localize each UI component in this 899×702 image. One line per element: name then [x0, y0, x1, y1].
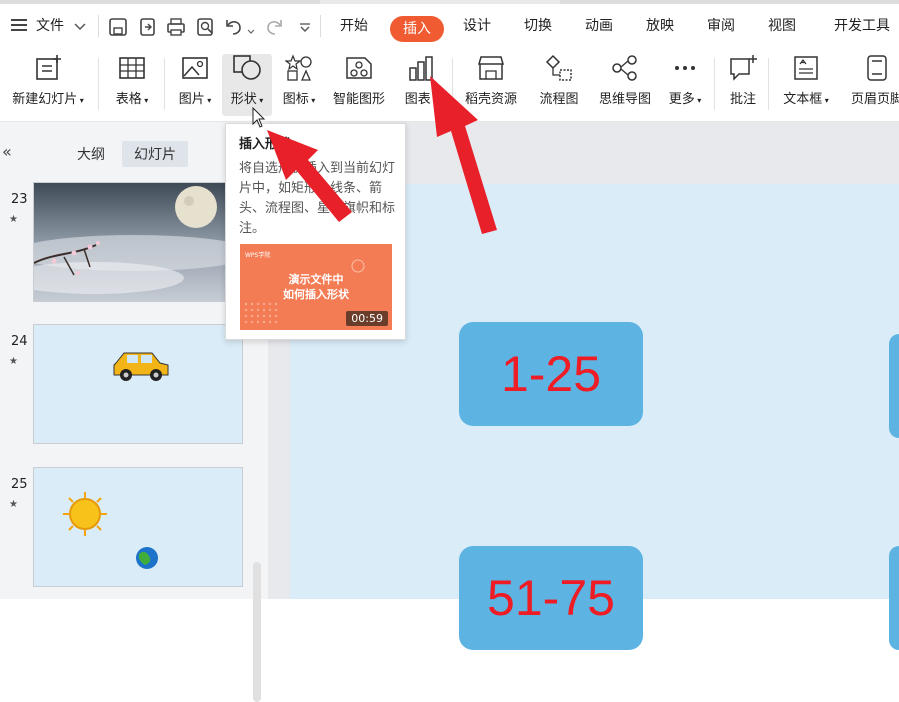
moon-night-image: [34, 183, 242, 301]
number-range-box-partial[interactable]: [889, 546, 899, 650]
comment-button[interactable]: 批注: [722, 54, 764, 116]
textbox-button[interactable]: 文本框 ▾: [776, 54, 836, 116]
icons-icon: [285, 54, 312, 81]
tab-outline[interactable]: 大纲: [77, 144, 105, 164]
chart-button[interactable]: 图表 ▾: [396, 54, 446, 116]
video-duration: 00:59: [346, 311, 388, 326]
tab-home[interactable]: 开始: [340, 15, 368, 35]
picture-button[interactable]: 图片 ▾: [172, 54, 218, 116]
shapes-icon: [233, 55, 261, 80]
menu-bar: 文件 开始 插入 设计 切换 动画 放映 审阅 视图 开发工具: [0, 0, 899, 48]
tab-design[interactable]: 设计: [463, 15, 491, 35]
table-button[interactable]: 表格 ▾: [108, 54, 156, 116]
tab-slideshow[interactable]: 放映: [646, 15, 674, 35]
hamburger-icon[interactable]: [11, 18, 27, 32]
print-preview-icon[interactable]: [196, 17, 216, 37]
number-range-box-partial[interactable]: [889, 334, 899, 438]
tab-animations[interactable]: 动画: [585, 15, 613, 35]
mind-map-icon: [612, 55, 637, 81]
number-range-box[interactable]: 1-25: [459, 322, 643, 426]
slide-number: 23: [11, 192, 28, 207]
tab-slides[interactable]: 幻灯片: [122, 141, 188, 167]
tooltip-title: 插入形状: [239, 137, 292, 152]
textbox-icon: [794, 56, 818, 80]
more-button[interactable]: 更多 ▾: [662, 54, 708, 116]
header-footer-icon: [867, 55, 887, 81]
animation-star-icon: ★: [9, 499, 18, 510]
tab-transitions[interactable]: 切换: [524, 15, 552, 35]
flowchart-icon: [545, 54, 572, 81]
comment-icon: [730, 55, 757, 81]
slide-thumbnail-25[interactable]: [33, 467, 243, 587]
redo-icon[interactable]: [264, 17, 284, 37]
picture-icon: [182, 57, 208, 79]
header-footer-button[interactable]: 页眉页脚: [842, 54, 899, 116]
new-slide-button[interactable]: 新建幻灯片 ▾: [4, 54, 92, 116]
tab-view[interactable]: 视图: [768, 15, 796, 35]
customize-toolbar-icon[interactable]: [299, 22, 311, 37]
export-icon[interactable]: [138, 17, 158, 37]
ribbon: 新建幻灯片 ▾ 表格 ▾ 图片 ▾ 形状 ▾ 图标 ▾ 智能图形 图表 ▾ 稻壳…: [0, 48, 899, 122]
tooltip-description: 将自选形状插入到当前幻灯片中，如矩形、线条、箭头、流程图、星与旗帜和标注。: [239, 161, 396, 236]
table-icon: [119, 57, 145, 79]
chevron-down-icon[interactable]: [74, 20, 86, 35]
slide-number: 25: [11, 477, 28, 492]
slide-number: 24: [11, 334, 28, 349]
undo-dropdown-icon[interactable]: [247, 24, 255, 39]
car-icon: [113, 352, 169, 381]
sun-earth-image: [63, 492, 158, 569]
chart-icon: [409, 56, 433, 81]
tab-insert[interactable]: 插入: [390, 16, 444, 42]
tab-review[interactable]: 审阅: [707, 15, 735, 35]
more-icon: [675, 66, 695, 70]
icons-button[interactable]: 图标 ▾: [276, 54, 322, 116]
slide-thumbnail-23[interactable]: [33, 182, 243, 302]
animation-star-icon: ★: [9, 356, 18, 367]
panel-scrollbar[interactable]: [253, 562, 261, 702]
store-icon: [478, 56, 504, 80]
animation-star-icon: ★: [9, 214, 18, 225]
file-menu[interactable]: 文件: [36, 15, 64, 35]
tutorial-video-thumbnail[interactable]: WPS学院 演示文件中 如何插入形状 00:59: [240, 244, 392, 330]
save-icon[interactable]: [108, 17, 128, 37]
new-slide-icon: [36, 55, 61, 80]
undo-icon[interactable]: [224, 17, 244, 37]
title-strip: [0, 0, 899, 4]
smart-art-icon: [346, 57, 372, 79]
shapes-tooltip: 插入形状 将自选形状插入到当前幻灯片中，如矩形、线条、箭头、流程图、星与旗帜和标…: [225, 123, 406, 340]
mind-map-button[interactable]: 思维导图: [592, 54, 658, 116]
number-range-box[interactable]: 51-75: [459, 546, 643, 650]
wps-academy-logo: WPS学院: [245, 252, 271, 259]
flowchart-button[interactable]: 流程图: [532, 54, 586, 116]
video-title: 演示文件中 如何插入形状: [283, 273, 349, 301]
slide-thumbnail-24[interactable]: [33, 324, 243, 444]
tab-developer[interactable]: 开发工具: [834, 15, 890, 35]
print-icon[interactable]: [166, 17, 186, 37]
smart-art-button[interactable]: 智能图形: [326, 54, 392, 116]
docer-resources-button[interactable]: 稻壳资源: [458, 54, 524, 116]
collapse-panel-icon[interactable]: «: [2, 142, 12, 161]
shapes-button[interactable]: 形状 ▾: [222, 54, 272, 116]
